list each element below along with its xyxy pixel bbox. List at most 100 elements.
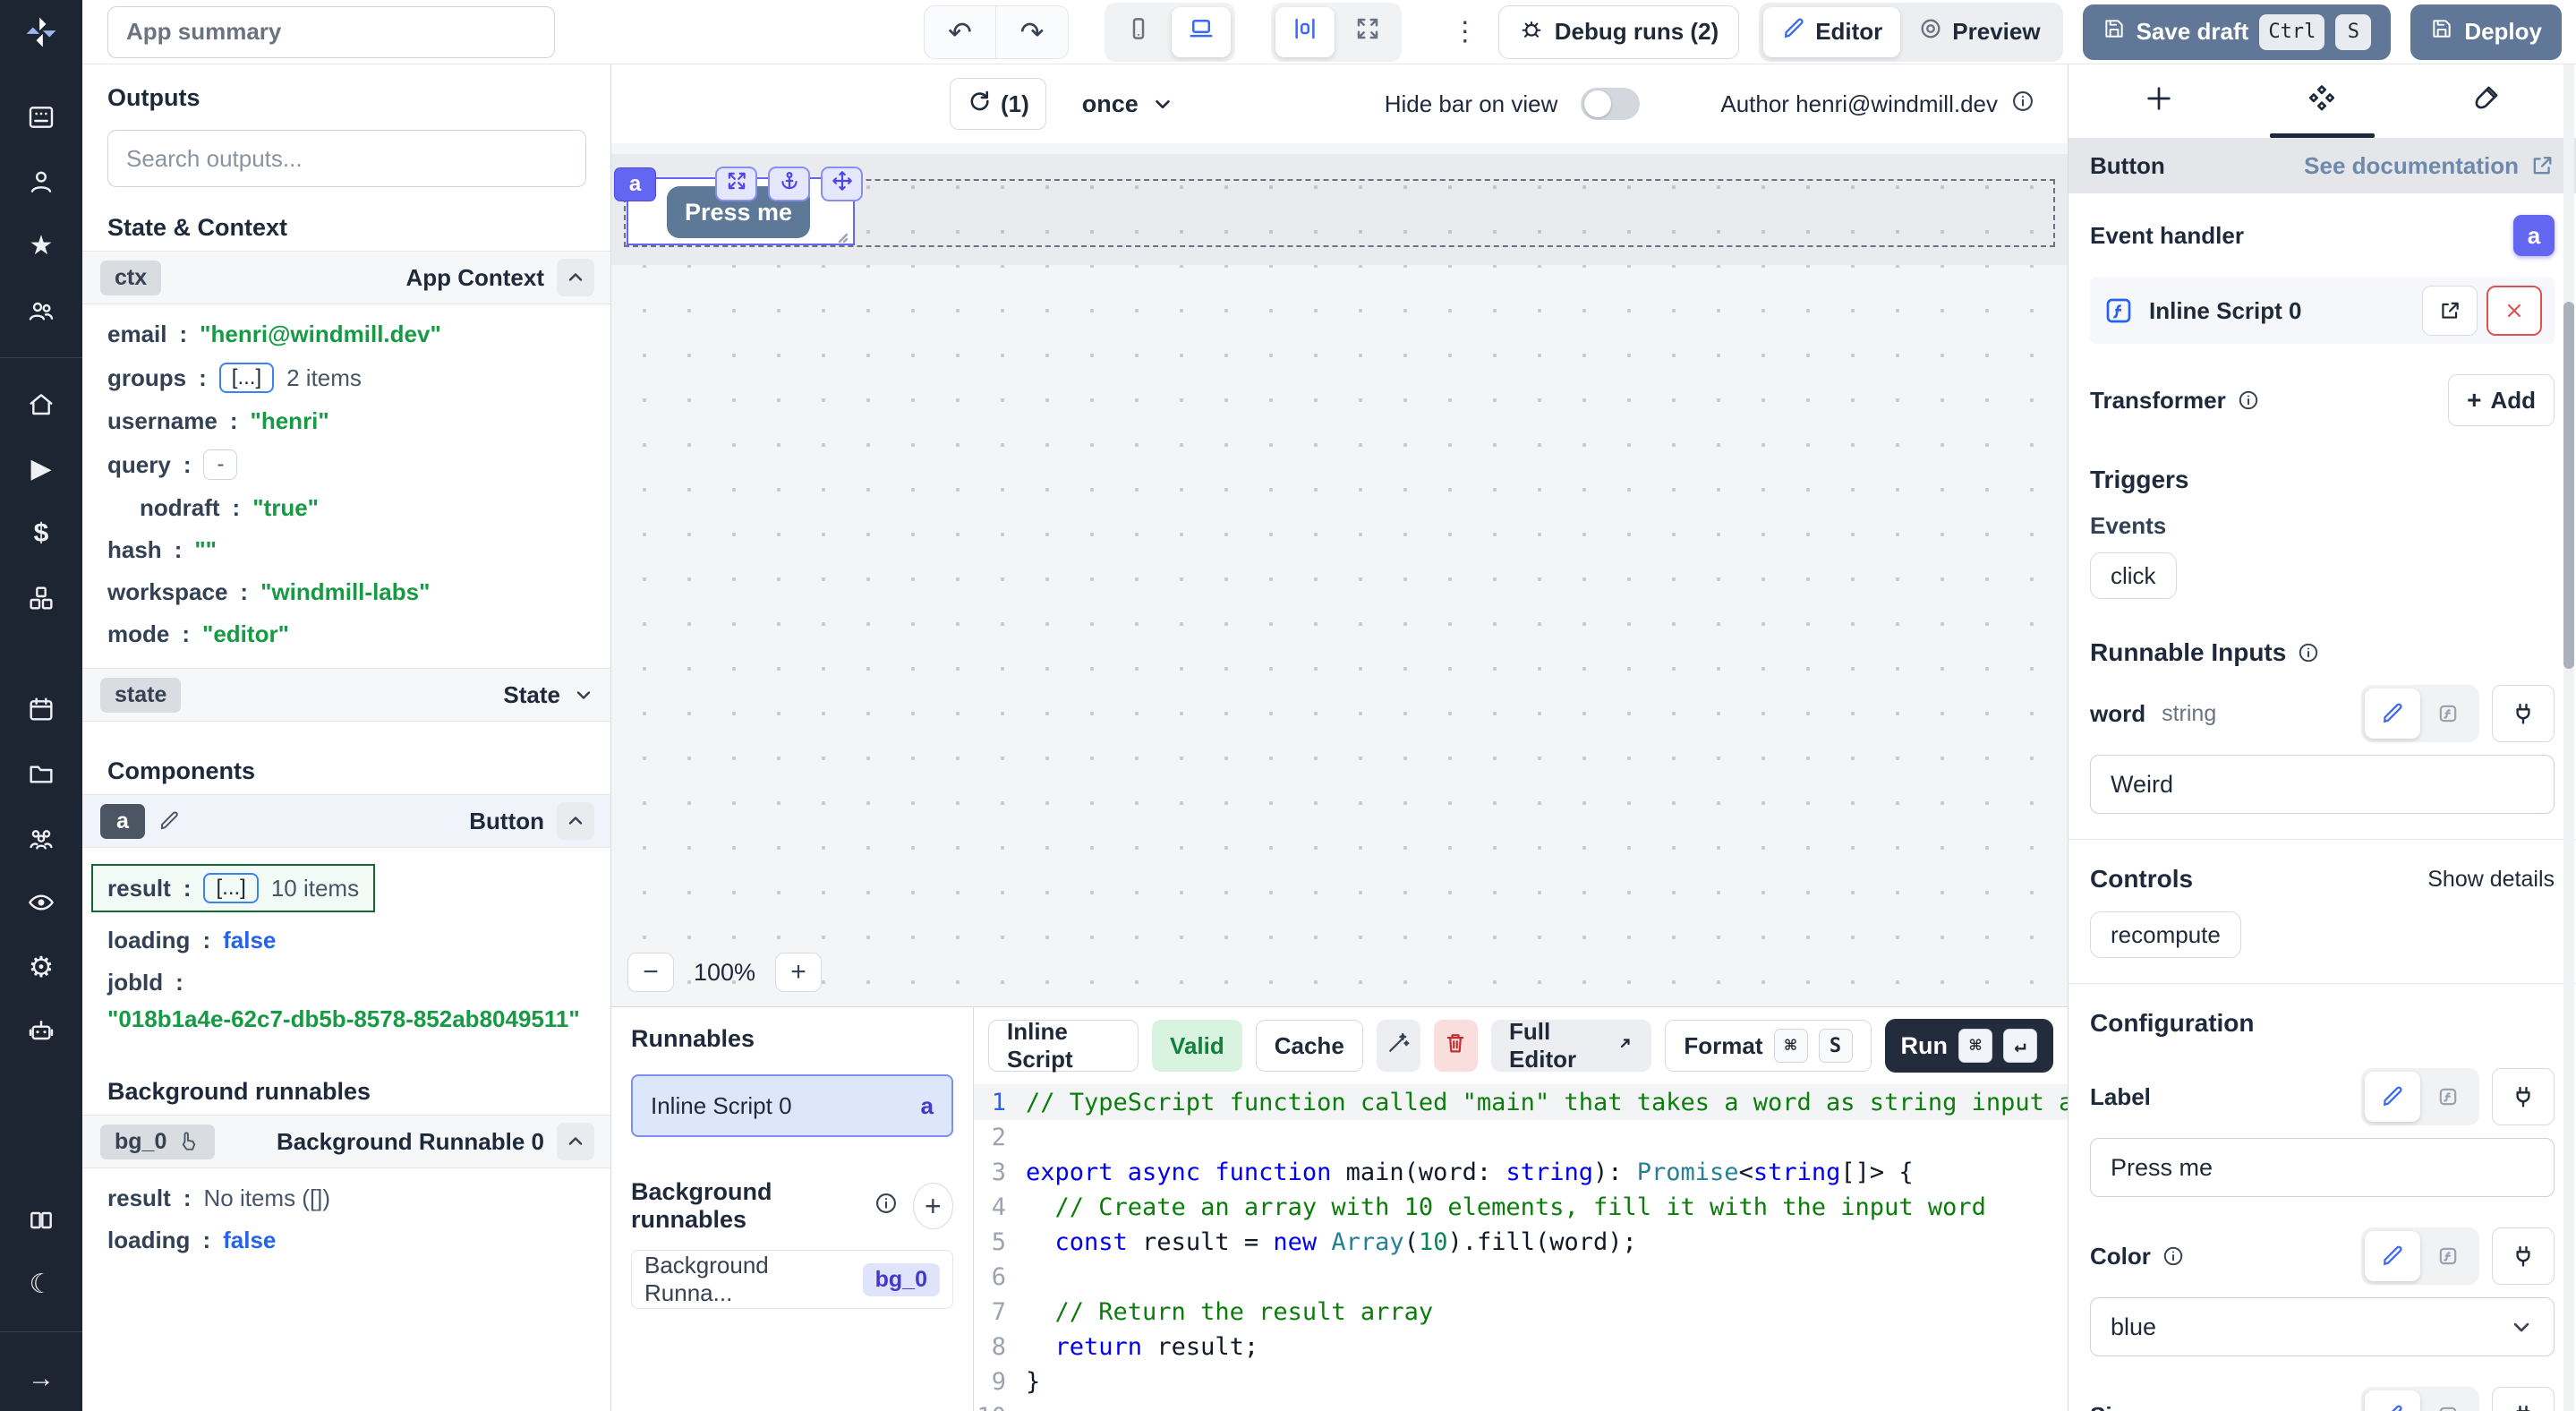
connect-input-button[interactable]	[2492, 685, 2555, 742]
dollar-icon[interactable]: $	[13, 508, 70, 560]
info-icon[interactable]	[2162, 1244, 2185, 1268]
debug-runs-button[interactable]: Debug runs (2)	[1498, 5, 1739, 59]
folder-icon[interactable]	[13, 748, 70, 800]
phone-icon	[1125, 15, 1152, 48]
arrow-icon[interactable]: →	[13, 1353, 70, 1405]
redo-button[interactable]: ↷	[996, 6, 1068, 58]
connect-input-button[interactable]	[2492, 1387, 2555, 1411]
anchor-component-button[interactable]	[768, 167, 810, 201]
more-menu-button[interactable]: ⋮	[1452, 16, 1479, 47]
gear-icon[interactable]: ⚙	[13, 941, 70, 993]
info-icon[interactable]	[2297, 641, 2320, 664]
users-icon[interactable]	[13, 285, 70, 337]
app-summary-input[interactable]	[107, 6, 555, 58]
function-mode-button[interactable]	[2420, 1072, 2476, 1122]
desktop-view-button[interactable]	[1172, 7, 1231, 57]
chevron-up-icon[interactable]	[557, 259, 594, 296]
canvas-grid[interactable]: a Press me −	[611, 143, 2068, 1006]
static-mode-button[interactable]	[2365, 1390, 2420, 1411]
chevron-up-icon[interactable]	[557, 802, 594, 840]
ai-wand-button[interactable]	[1377, 1020, 1420, 1072]
search-outputs-input[interactable]	[107, 130, 586, 187]
connect-input-button[interactable]	[2492, 1068, 2555, 1125]
insert-component-tab[interactable]	[2077, 64, 2240, 138]
static-mode-button[interactable]	[2365, 688, 2420, 739]
format-button[interactable]: Format ⌘ S	[1665, 1020, 1871, 1072]
moon-icon[interactable]: ☾	[13, 1259, 70, 1311]
show-details-link[interactable]: Show details	[2427, 867, 2555, 893]
kbd-ctrl: Ctrl	[2259, 14, 2324, 50]
hide-bar-toggle[interactable]	[1581, 88, 1640, 120]
component-id-badge[interactable]: a	[614, 167, 656, 201]
centered-layout-button[interactable]	[1275, 7, 1335, 57]
expand-badge[interactable]: [...]	[219, 363, 274, 393]
fullwidth-layout-button[interactable]	[1338, 7, 1397, 57]
bg0-section-header[interactable]: bg_0 Background Runnable 0	[82, 1115, 610, 1168]
robot-icon[interactable]	[13, 1005, 70, 1057]
bg-runnable-item[interactable]: Background Runna... bg_0	[631, 1250, 953, 1309]
books-icon[interactable]	[13, 1194, 70, 1246]
label-input[interactable]	[2090, 1138, 2555, 1197]
windmill-logo-icon[interactable]	[21, 13, 61, 58]
kbd-cmd: ⌘	[1774, 1029, 1808, 1063]
remove-script-button[interactable]	[2486, 286, 2542, 336]
expand-component-button[interactable]	[715, 167, 757, 201]
add-bg-runnable-button[interactable]: +	[913, 1183, 953, 1229]
function-mode-button[interactable]	[2420, 1231, 2476, 1281]
static-mode-button[interactable]	[2365, 1231, 2420, 1281]
code-editor-content[interactable]: 1// TypeScript function called "main" th…	[974, 1084, 2068, 1411]
info-icon[interactable]	[874, 1191, 899, 1222]
chevron-down-icon[interactable]	[573, 684, 594, 706]
ctx-section-header[interactable]: ctx App Context	[82, 251, 610, 304]
play-icon[interactable]: ▶	[13, 443, 70, 495]
save-draft-button[interactable]: Save draft Ctrl S	[2083, 4, 2392, 60]
preview-tab[interactable]: Preview	[1900, 7, 2058, 57]
add-transformer-button[interactable]: +Add	[2448, 374, 2555, 426]
styling-tab[interactable]	[2404, 64, 2567, 138]
refresh-button[interactable]: (1)	[950, 78, 1046, 130]
apps-icon[interactable]	[13, 91, 70, 143]
static-mode-button[interactable]	[2365, 1072, 2420, 1122]
schedule-dropdown[interactable]: once	[1082, 90, 1174, 118]
team-icon[interactable]	[13, 812, 70, 864]
star-icon[interactable]: ★	[13, 220, 70, 272]
connect-input-button[interactable]	[2492, 1227, 2555, 1285]
cubes-icon[interactable]	[13, 572, 70, 624]
home-icon[interactable]	[13, 379, 70, 431]
run-button[interactable]: Run ⌘ ↵	[1885, 1019, 2053, 1073]
chevron-up-icon[interactable]	[557, 1123, 594, 1160]
script-name-button[interactable]: Inline Script	[988, 1020, 1139, 1072]
deploy-button[interactable]: Deploy	[2410, 4, 2562, 60]
function-mode-button[interactable]	[2420, 688, 2476, 739]
move-component-button[interactable]	[821, 167, 863, 201]
expand-badge[interactable]: -	[203, 449, 237, 480]
component-settings-tab[interactable]	[2240, 64, 2403, 138]
word-input[interactable]	[2090, 755, 2555, 814]
mobile-view-button[interactable]	[1109, 7, 1168, 57]
editor-tab[interactable]: Editor	[1763, 7, 1900, 57]
pencil-icon	[2380, 701, 2405, 726]
inline-script-item[interactable]: Inline Script 0 a	[631, 1074, 953, 1137]
color-select[interactable]: blue	[2090, 1297, 2555, 1356]
calendar-icon[interactable]	[13, 683, 70, 735]
component-a-header[interactable]: a Button	[82, 794, 610, 848]
zoom-in-button[interactable]: +	[775, 953, 822, 992]
state-section-header[interactable]: state State	[82, 668, 610, 722]
expand-badge[interactable]: [...]	[203, 873, 258, 903]
eye-icon[interactable]	[13, 877, 70, 928]
handler-script-row[interactable]: Inline Script 0	[2090, 278, 2555, 344]
info-icon[interactable]	[2237, 389, 2260, 412]
see-documentation-link[interactable]: See documentation	[2304, 152, 2555, 180]
panel-scrollbar[interactable]	[2563, 64, 2574, 1411]
user-icon[interactable]	[13, 156, 70, 208]
edit-id-pencil-icon[interactable]	[158, 809, 181, 833]
zoom-out-button[interactable]: −	[627, 953, 674, 992]
full-editor-button[interactable]: Full Editor	[1491, 1020, 1651, 1072]
function-mode-button[interactable]	[2420, 1390, 2476, 1411]
cache-button[interactable]: Cache	[1256, 1020, 1363, 1072]
open-script-button[interactable]	[2422, 286, 2478, 336]
undo-button[interactable]: ↶	[925, 6, 996, 58]
delete-script-button[interactable]	[1434, 1020, 1478, 1072]
resize-handle-icon[interactable]	[833, 226, 849, 251]
info-icon[interactable]	[2010, 89, 2035, 120]
